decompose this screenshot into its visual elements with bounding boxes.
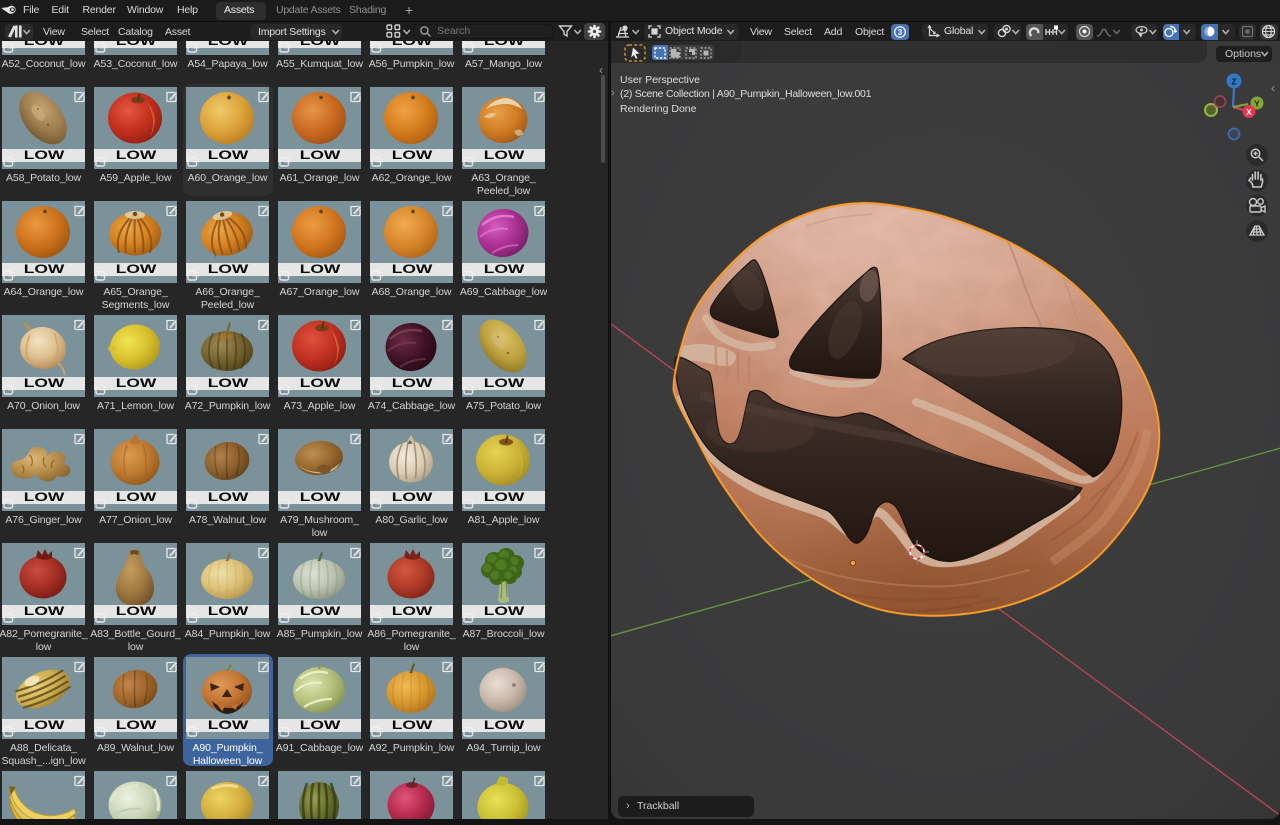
svg-text:Z: Z (1231, 77, 1236, 87)
svg-text:Y: Y (1254, 98, 1260, 108)
svg-text:3: 3 (898, 27, 903, 36)
svg-text:X: X (1246, 107, 1252, 117)
